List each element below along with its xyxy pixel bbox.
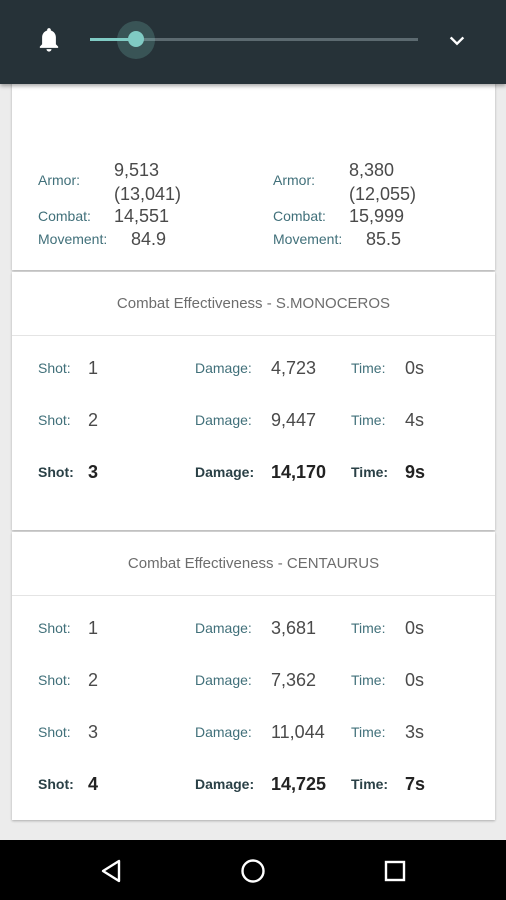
combat-stats-row: Combat: 14,551 Combat: 15,999 — [12, 84, 495, 272]
shot-row: Shot: 4 Damage: 14,725 Time: 7s — [12, 774, 495, 804]
recents-square-icon[interactable] — [380, 856, 410, 886]
home-circle-icon[interactable] — [238, 856, 268, 886]
shot-number: 2 — [88, 670, 99, 690]
notification-shade — [0, 0, 506, 84]
damage-value: 3,681 — [271, 618, 317, 638]
damage-label: Damage: — [195, 360, 252, 376]
shot-number: 4 — [88, 774, 99, 794]
time-value: 4s — [405, 410, 425, 430]
shot-label: Shot: — [38, 412, 71, 428]
effectiveness-card-title: Combat Effectiveness - CENTAURUS — [12, 532, 495, 596]
damage-label: Damage: — [195, 672, 252, 688]
shot-number: 3 — [88, 722, 99, 742]
combat-label-right: Combat: — [273, 208, 326, 224]
shot-number: 2 — [88, 410, 99, 430]
time-value: 0s — [405, 670, 425, 690]
main-content: Armor: 9,513 (13,041) Armor: 8,380 (12,0… — [0, 84, 506, 840]
shot-row: Shot: 1 Damage: 4,723 Time: 0s — [12, 358, 495, 388]
damage-value: 14,725 — [271, 774, 327, 794]
time-value: 3s — [405, 722, 425, 742]
brightness-slider-thumb[interactable] — [128, 31, 144, 47]
shot-label: Shot: — [38, 464, 74, 480]
damage-label: Damage: — [195, 724, 252, 740]
damage-value: 14,170 — [271, 462, 327, 482]
shot-number: 1 — [88, 618, 99, 638]
time-value: 7s — [405, 774, 426, 794]
time-label: Time: — [351, 724, 386, 740]
shot-label: Shot: — [38, 672, 71, 688]
time-value: 0s — [405, 618, 425, 638]
effectiveness-card-centaurus: Combat Effectiveness - CENTAURUS Shot: 1 D… — [12, 532, 495, 820]
back-triangle-icon[interactable] — [97, 856, 127, 886]
damage-value: 11,044 — [271, 722, 325, 742]
shot-row: Shot: 2 Damage: 7,362 Time: 0s — [12, 670, 495, 700]
time-label: Time: — [351, 620, 386, 636]
time-label: Time: — [351, 412, 386, 428]
time-label: Time: — [351, 672, 386, 688]
combat-label-left: Combat: — [38, 208, 91, 224]
damage-label: Damage: — [195, 464, 255, 480]
time-label: Time: — [351, 776, 389, 792]
damage-value: 4,723 — [271, 358, 317, 378]
shot-label: Shot: — [38, 620, 71, 636]
shot-label: Shot: — [38, 776, 74, 792]
shot-row: Shot: 3 Damage: 11,044 Time: 3s — [12, 722, 495, 752]
system-nav-bar — [0, 840, 506, 900]
effectiveness-card-title: Combat Effectiveness - S.MONOCEROS — [12, 272, 495, 336]
damage-value: 9,447 — [271, 410, 317, 430]
shot-row: Shot: 3 Damage: 14,170 Time: 9s — [12, 462, 495, 492]
time-label: Time: — [351, 464, 389, 480]
time-value: 0s — [405, 358, 425, 378]
combat-value-right: 15,999 — [349, 206, 405, 226]
time-value: 9s — [405, 462, 426, 482]
damage-label: Damage: — [195, 620, 252, 636]
shot-label: Shot: — [38, 360, 71, 376]
brightness-slider[interactable] — [90, 21, 418, 59]
shot-label: Shot: — [38, 724, 71, 740]
damage-value: 7,362 — [271, 670, 317, 690]
bell-icon[interactable] — [36, 26, 62, 54]
combat-value-left: 14,551 — [114, 206, 170, 226]
shot-number: 1 — [88, 358, 99, 378]
chevron-down-icon[interactable] — [446, 30, 468, 52]
damage-label: Damage: — [195, 412, 252, 428]
shot-row: Shot: 1 Damage: 3,681 Time: 0s — [12, 618, 495, 648]
effectiveness-card-monoceros: Combat Effectiveness - S.MONOCEROS Shot:… — [12, 272, 495, 530]
time-label: Time: — [351, 360, 386, 376]
shot-row: Shot: 2 Damage: 9,447 Time: 4s — [12, 410, 495, 440]
shot-number: 3 — [88, 462, 99, 482]
damage-label: Damage: — [195, 776, 255, 792]
